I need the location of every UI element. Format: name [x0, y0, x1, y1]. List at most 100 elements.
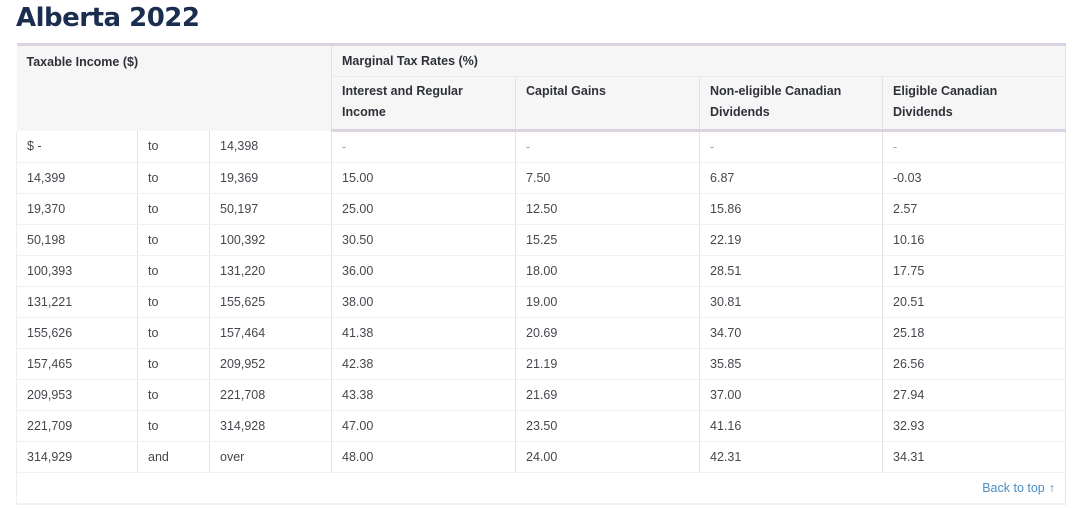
rate-capital-gains-cell: 23.50	[515, 410, 701, 442]
income-separator-cell: to	[137, 286, 210, 318]
rate-eligible-dividends-cell: 27.94	[882, 379, 1067, 411]
income-to-cell: over	[209, 441, 333, 473]
income-from-cell: 50,198	[16, 224, 138, 256]
header-capital-gains: Capital Gains	[515, 76, 701, 132]
income-to-cell: 221,708	[209, 379, 333, 411]
header-taxable-income: Taxable Income ($)	[16, 43, 333, 131]
rate-non-eligible-dividends-cell: 35.85	[699, 348, 884, 380]
rate-eligible-dividends-cell: -0.03	[882, 162, 1067, 194]
rate-eligible-dividends-cell: 26.56	[882, 348, 1067, 380]
rate-capital-gains-cell: 12.50	[515, 193, 701, 225]
rate-non-eligible-dividends-cell: -	[699, 130, 884, 163]
header-marginal-tax-rates: Marginal Tax Rates (%)	[331, 43, 1067, 77]
tax-rate-table-container: Taxable Income ($) Marginal Tax Rates (%…	[16, 43, 1067, 505]
arrow-up-icon: ↑	[1048, 481, 1055, 495]
rate-eligible-dividends-cell: 25.18	[882, 317, 1067, 349]
table-row: 155,626 to 157,464 41.38 20.69 34.70 25.18	[16, 317, 1067, 349]
income-to-cell: 100,392	[209, 224, 333, 256]
income-from-cell: 100,393	[16, 255, 138, 287]
rate-eligible-dividends-cell: 20.51	[882, 286, 1067, 318]
income-separator-cell: to	[137, 255, 210, 287]
header-eligible-dividends: Eligible Canadian Dividends	[882, 76, 1067, 132]
income-from-cell: $ -	[16, 130, 138, 163]
table-row: 50,198 to 100,392 30.50 15.25 22.19 10.16	[16, 224, 1067, 256]
income-from-cell: 14,399	[16, 162, 138, 194]
back-to-top-link[interactable]: Back to top ↑	[982, 481, 1055, 495]
income-from-cell: 155,626	[16, 317, 138, 349]
rate-capital-gains-cell: 18.00	[515, 255, 701, 287]
rate-interest-cell: 42.38	[331, 348, 517, 380]
rate-non-eligible-dividends-cell: 42.31	[699, 441, 884, 473]
table-row: 19,370 to 50,197 25.00 12.50 15.86 2.57	[16, 193, 1067, 225]
income-separator-cell: to	[137, 379, 210, 411]
rate-interest-cell: 43.38	[331, 379, 517, 411]
income-from-cell: 209,953	[16, 379, 138, 411]
rate-interest-cell: 25.00	[331, 193, 517, 225]
income-to-cell: 157,464	[209, 317, 333, 349]
income-separator-cell: to	[137, 317, 210, 349]
rate-interest-cell: 36.00	[331, 255, 517, 287]
rate-non-eligible-dividends-cell: 37.00	[699, 379, 884, 411]
rate-eligible-dividends-cell: 34.31	[882, 441, 1067, 473]
income-from-cell: 157,465	[16, 348, 138, 380]
rate-non-eligible-dividends-cell: 6.87	[699, 162, 884, 194]
income-from-cell: 221,709	[16, 410, 138, 442]
income-to-cell: 14,398	[209, 130, 333, 163]
rate-interest-cell: 41.38	[331, 317, 517, 349]
rate-eligible-dividends-cell: -	[882, 130, 1067, 163]
rate-non-eligible-dividends-cell: 30.81	[699, 286, 884, 318]
header-non-eligible-dividends: Non-eligible Canadian Dividends	[699, 76, 884, 132]
income-to-cell: 314,928	[209, 410, 333, 442]
table-row: 14,399 to 19,369 15.00 7.50 6.87 -0.03	[16, 162, 1067, 194]
rate-eligible-dividends-cell: 17.75	[882, 255, 1067, 287]
rate-non-eligible-dividends-cell: 22.19	[699, 224, 884, 256]
table-body: $ - to 14,398- - - -14,399 to 19,369 15.00 7.50 6.…	[16, 130, 1067, 473]
rate-capital-gains-cell: 15.25	[515, 224, 701, 256]
rate-capital-gains-cell: 24.00	[515, 441, 701, 473]
income-from-cell: 19,370	[16, 193, 138, 225]
table-row: 100,393 to 131,220 36.00 18.00 28.51 17.75	[16, 255, 1067, 287]
income-separator-cell: to	[137, 348, 210, 380]
rate-non-eligible-dividends-cell: 28.51	[699, 255, 884, 287]
rate-eligible-dividends-cell: 10.16	[882, 224, 1067, 256]
income-separator-cell: to	[137, 224, 210, 256]
rate-non-eligible-dividends-cell: 41.16	[699, 410, 884, 442]
table-row: $ - to 14,398- - - -	[16, 130, 1067, 163]
rate-capital-gains-cell: 20.69	[515, 317, 701, 349]
income-separator-cell: and	[137, 441, 210, 473]
rate-capital-gains-cell: -	[515, 130, 701, 163]
income-to-cell: 50,197	[209, 193, 333, 225]
income-from-cell: 131,221	[16, 286, 138, 318]
tax-rate-table: Taxable Income ($) Marginal Tax Rates (%…	[16, 43, 1067, 473]
page-title: Alberta 2022	[16, 3, 200, 33]
rate-interest-cell: -	[331, 130, 517, 163]
rate-interest-cell: 30.50	[331, 224, 517, 256]
income-separator-cell: to	[137, 193, 210, 225]
rate-interest-cell: 38.00	[331, 286, 517, 318]
rate-capital-gains-cell: 21.69	[515, 379, 701, 411]
table-row: 209,953 to 221,708 43.38 21.69 37.00 27.94	[16, 379, 1067, 411]
income-to-cell: 131,220	[209, 255, 333, 287]
income-to-cell: 209,952	[209, 348, 333, 380]
header-interest-income: Interest and Regular Income	[331, 76, 517, 132]
income-separator-cell: to	[137, 162, 210, 194]
table-footer: Back to top ↑	[16, 473, 1066, 505]
rate-capital-gains-cell: 19.00	[515, 286, 701, 318]
table-row: 157,465 to 209,952 42.38 21.19 35.85 26.56	[16, 348, 1067, 380]
table-row: 221,709 to 314,928 47.00 23.50 41.16 32.93	[16, 410, 1067, 442]
table-row: 314,929 and over 48.00 24.00 42.31 34.31	[16, 441, 1067, 473]
income-from-cell: 314,929	[16, 441, 138, 473]
income-separator-cell: to	[137, 130, 210, 163]
income-to-cell: 155,625	[209, 286, 333, 318]
rate-capital-gains-cell: 7.50	[515, 162, 701, 194]
income-to-cell: 19,369	[209, 162, 333, 194]
rate-non-eligible-dividends-cell: 34.70	[699, 317, 884, 349]
back-to-top-label: Back to top	[982, 481, 1045, 495]
rate-interest-cell: 48.00	[331, 441, 517, 473]
table-row: 131,221 to 155,625 38.00 19.00 30.81 20.51	[16, 286, 1067, 318]
rate-capital-gains-cell: 21.19	[515, 348, 701, 380]
income-separator-cell: to	[137, 410, 210, 442]
rate-eligible-dividends-cell: 32.93	[882, 410, 1067, 442]
rate-interest-cell: 15.00	[331, 162, 517, 194]
rate-interest-cell: 47.00	[331, 410, 517, 442]
